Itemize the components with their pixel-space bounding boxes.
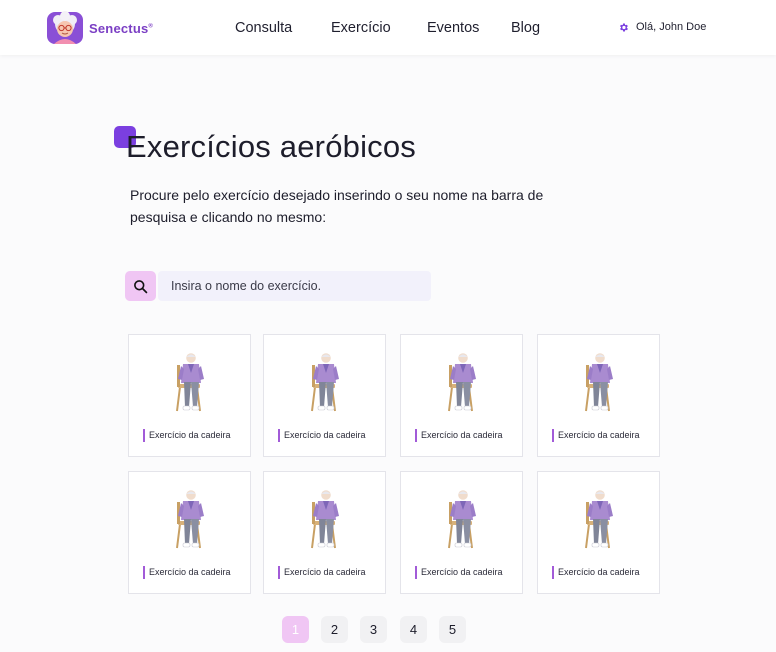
exercise-label: Exercício da cadeira — [143, 429, 231, 442]
search-icon — [134, 279, 148, 293]
exercise-image — [582, 353, 618, 418]
brand-name: Senectus® — [89, 20, 154, 36]
page-button-1[interactable]: 1 — [282, 616, 309, 643]
page-button-2[interactable]: 2 — [321, 616, 348, 643]
nav-eventos[interactable]: Eventos — [427, 20, 479, 36]
exercise-card[interactable]: Exercício da cadeira — [400, 334, 523, 457]
page-button-3[interactable]: 3 — [360, 616, 387, 643]
exercise-label: Exercício da cadeira — [552, 566, 640, 579]
exercise-image — [582, 490, 618, 555]
user-menu[interactable]: Olá, John Doe — [618, 21, 706, 33]
user-greeting: Olá, John Doe — [636, 21, 707, 33]
nav-exercicio[interactable]: Exercício — [331, 20, 391, 36]
exercise-label: Exercício da cadeira — [415, 429, 503, 442]
exercise-image — [308, 353, 344, 418]
exercise-card[interactable]: Exercício da cadeira — [128, 471, 251, 594]
exercise-card[interactable]: Exercício da cadeira — [128, 334, 251, 457]
exercise-image — [308, 490, 344, 555]
search-input[interactable] — [158, 271, 431, 301]
gear-icon — [620, 22, 628, 32]
exercise-image — [173, 490, 209, 555]
exercise-card[interactable]: Exercício da cadeira — [537, 471, 660, 594]
exercise-label: Exercício da cadeira — [143, 566, 231, 579]
exercise-image — [445, 353, 481, 418]
exercise-label: Exercício da cadeira — [415, 566, 503, 579]
exercise-card[interactable]: Exercício da cadeira — [263, 334, 386, 457]
exercise-image — [173, 353, 209, 418]
nav-consulta[interactable]: Consulta — [235, 20, 292, 36]
exercise-card[interactable]: Exercício da cadeira — [263, 471, 386, 594]
page-button-5[interactable]: 5 — [439, 616, 466, 643]
nav-blog[interactable]: Blog — [511, 20, 540, 36]
exercise-card[interactable]: Exercício da cadeira — [400, 471, 523, 594]
search-button[interactable] — [125, 271, 156, 301]
exercise-label: Exercício da cadeira — [552, 429, 640, 442]
exercise-label: Exercício da cadeira — [278, 566, 366, 579]
grandma-avatar-icon — [46, 10, 84, 46]
brand-logo[interactable]: Senectus® — [46, 10, 153, 46]
page-button-4[interactable]: 4 — [400, 616, 427, 643]
top-navbar: Senectus® Consulta Exercício Eventos Blo… — [0, 0, 776, 55]
page-intro: Procure pelo exercício desejado inserind… — [130, 187, 544, 225]
exercise-label: Exercício da cadeira — [278, 429, 366, 442]
exercise-card[interactable]: Exercício da cadeira — [537, 334, 660, 457]
page-title: Exercícios aeróbicos — [126, 129, 417, 164]
exercise-image — [445, 490, 481, 555]
